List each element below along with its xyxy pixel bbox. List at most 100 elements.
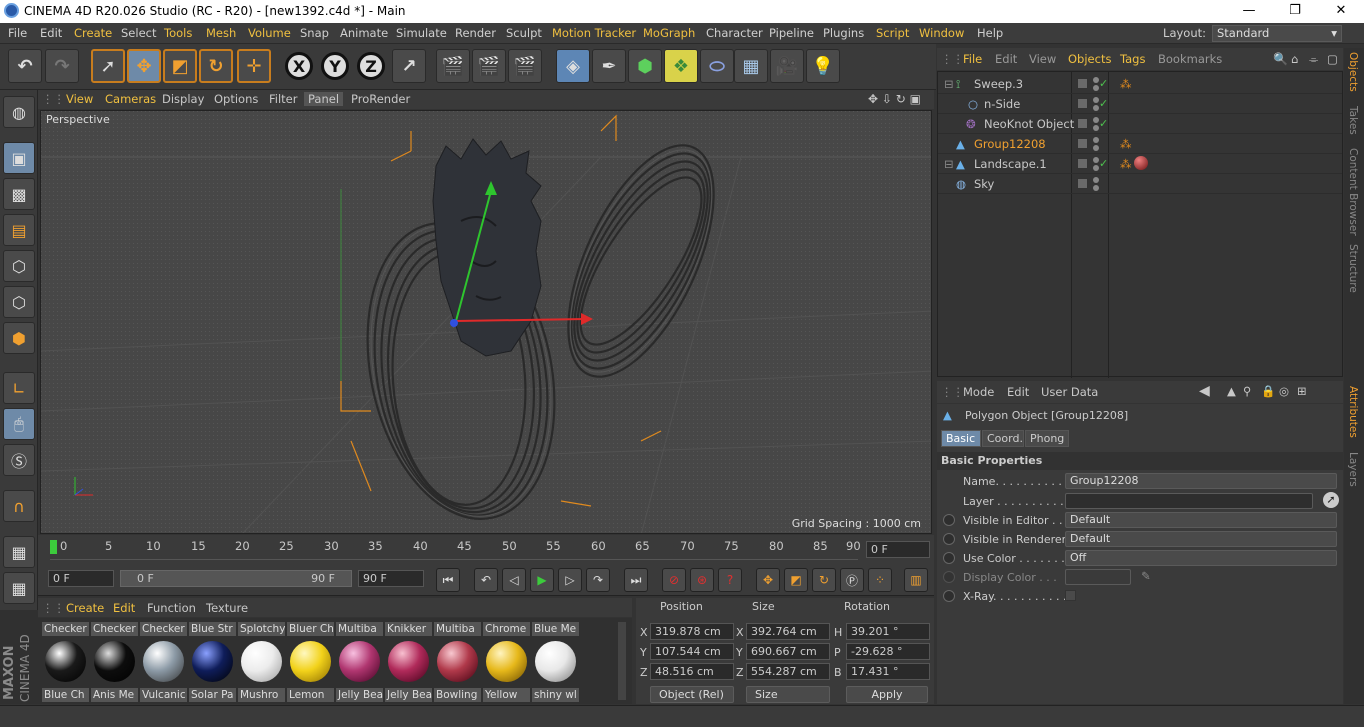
workplane-lock-button[interactable]: ▦ — [3, 536, 35, 568]
floor-button[interactable]: ▦ — [734, 49, 768, 83]
tab-phong[interactable]: Phong — [1025, 430, 1069, 447]
menu-mograph[interactable]: MoGraph — [643, 26, 695, 40]
render-view-button[interactable]: 🎬 — [436, 49, 470, 83]
menu-render[interactable]: Render — [455, 26, 496, 40]
menu-plugins[interactable]: Plugins — [823, 26, 864, 40]
render-dot[interactable] — [1093, 145, 1099, 151]
workplane-mode-button[interactable]: ▤ — [3, 214, 35, 246]
key-parameter-button[interactable]: Ⓟ — [840, 568, 864, 592]
menu-script[interactable]: Script — [876, 26, 909, 40]
material-menu-edit[interactable]: Edit — [113, 601, 135, 615]
editor-dot[interactable] — [1093, 177, 1099, 183]
camera-button[interactable]: 🎥 — [770, 49, 804, 83]
model-mode-button[interactable]: ▣ — [3, 142, 35, 174]
visibility-toggle[interactable] — [1077, 158, 1088, 169]
polygons-mode-button[interactable]: ⬢ — [3, 322, 35, 354]
editor-dot[interactable] — [1093, 137, 1099, 143]
axis-mode-button[interactable]: ∟ — [3, 372, 35, 404]
coordinate-mode-select[interactable]: Object (Rel) — [650, 686, 734, 703]
cloner-button[interactable]: ❖ — [664, 49, 698, 83]
attr-menu-edit[interactable]: Edit — [1007, 385, 1029, 399]
tag-icon[interactable]: ⁂ — [1120, 137, 1132, 151]
render-settings-button[interactable]: 🎬 — [508, 49, 542, 83]
material-menu-create[interactable]: Create — [66, 601, 104, 615]
enabled-check-icon[interactable]: ✓ — [1099, 97, 1108, 110]
visibility-toggle[interactable] — [1077, 178, 1088, 189]
render-dot[interactable] — [1093, 185, 1099, 191]
workplane-grid-button[interactable]: ▦ — [3, 572, 35, 604]
material-tile[interactable]: Blue Str Solar Pa — [189, 620, 236, 704]
frame-range-slider[interactable]: 0 F 90 F — [120, 570, 352, 587]
object-row[interactable]: ◍ Sky — [938, 174, 1342, 194]
menu-pipeline[interactable]: Pipeline — [769, 26, 814, 40]
material-tile[interactable]: Checker Vulcanic — [140, 620, 187, 704]
edges-mode-button[interactable]: ⬡ — [3, 286, 35, 318]
tweak-mode-button[interactable]: 🖱 — [3, 408, 35, 440]
record-keys-button[interactable]: ⊘ — [662, 568, 686, 592]
animate-radio[interactable] — [943, 590, 955, 602]
goto-end-button[interactable]: ⏭ — [624, 568, 648, 592]
visibility-toggle[interactable] — [1077, 118, 1088, 129]
size-x-field[interactable]: 392.764 cm — [746, 623, 830, 640]
menu-character[interactable]: Character — [706, 26, 763, 40]
enabled-check-icon[interactable]: ✓ — [1099, 77, 1108, 90]
timeline-ruler[interactable]: 0 5 10 15 20 25 30 35 40 45 50 55 60 65 … — [38, 535, 934, 563]
object-menu-view[interactable]: View — [1029, 52, 1056, 66]
viewport-menu-display[interactable]: Display — [162, 92, 204, 106]
side-tab-structure[interactable]: Structure — [1347, 244, 1359, 293]
points-mode-button[interactable]: ⬡ — [3, 250, 35, 282]
menu-simulate[interactable]: Simulate — [396, 26, 447, 40]
lock-icon[interactable]: 🔒 — [1261, 384, 1275, 398]
search-icon[interactable]: 🔍 — [1273, 52, 1288, 66]
menu-motion-tracker[interactable]: Motion Tracker — [552, 26, 636, 40]
viewport-menu-panel[interactable]: Panel — [304, 92, 344, 106]
attr-menu-mode[interactable]: Mode — [963, 385, 994, 399]
menu-window[interactable]: Window — [919, 26, 964, 40]
key-position-button[interactable]: ✥ — [756, 568, 780, 592]
viewport-menu-view[interactable]: View — [66, 92, 93, 106]
position-z-field[interactable]: 48.516 cm — [650, 663, 734, 680]
maximize-button[interactable]: ❐ — [1272, 0, 1318, 23]
object-menu-edit[interactable]: Edit — [995, 52, 1017, 66]
play-button[interactable]: ▶ — [530, 568, 554, 592]
layout-select[interactable]: Standard ▾ — [1212, 25, 1342, 42]
rotation-h-field[interactable]: 39.201 ° — [846, 623, 930, 640]
new-panel-icon[interactable]: ▢ — [1327, 52, 1338, 66]
hierarchy-icon[interactable]: ⌯ — [1309, 52, 1318, 67]
redo-button[interactable]: ↷ — [45, 49, 79, 83]
minimize-button[interactable]: — — [1226, 0, 1272, 23]
scale-tool-button[interactable]: ◩ — [163, 49, 197, 83]
back-arrow-icon[interactable]: ◀ — [1199, 383, 1210, 399]
viewport-menu-prorender[interactable]: ProRender — [351, 92, 410, 106]
side-tab-content-browser[interactable]: Content Browser — [1347, 148, 1359, 236]
viewport-menu-filter[interactable]: Filter — [269, 92, 297, 106]
object-row[interactable]: ○ n-Side ✓ — [938, 94, 1342, 114]
texture-mode-button[interactable]: ▩ — [3, 178, 35, 210]
visibility-toggle[interactable] — [1077, 138, 1088, 149]
apply-button[interactable]: Apply — [846, 686, 928, 703]
cube-button[interactable]: ◈ — [556, 49, 590, 83]
material-tile[interactable]: Multiba Bowling — [434, 620, 481, 704]
prev-key-button[interactable]: ↶ — [474, 568, 498, 592]
start-frame-field[interactable]: 0 F — [48, 570, 114, 587]
object-menu-objects[interactable]: Objects — [1068, 52, 1111, 66]
timeline-playhead[interactable] — [50, 540, 57, 554]
timeline-track[interactable]: 0 5 10 15 20 25 30 35 40 45 50 55 60 65 … — [50, 538, 861, 560]
xray-checkbox[interactable] — [1065, 590, 1076, 601]
menu-animate[interactable]: Animate — [340, 26, 388, 40]
material-tile[interactable]: Multiba Jelly Bea — [336, 620, 383, 704]
side-tab-objects[interactable]: Objects — [1347, 52, 1359, 92]
visible-editor-select[interactable]: Default — [1065, 512, 1337, 528]
close-button[interactable]: ✕ — [1318, 0, 1364, 23]
deformer-button[interactable]: ⬭ — [700, 49, 734, 83]
search-icon[interactable]: ⚲ — [1243, 384, 1251, 398]
material-tile[interactable]: Knikker Jelly Bea — [385, 620, 432, 704]
target-icon[interactable]: ◎ — [1279, 384, 1289, 398]
size-z-field[interactable]: 554.287 cm — [746, 663, 830, 680]
timeline-window-button[interactable]: ▥ — [904, 568, 928, 592]
menu-sculpt[interactable]: Sculpt — [506, 26, 542, 40]
viewport-perspective[interactable]: Perspective Grid Spacing : 1000 cm — [40, 110, 932, 534]
visibility-toggle[interactable] — [1077, 98, 1088, 109]
pick-cursor-icon[interactable]: ➚ — [1323, 492, 1339, 508]
use-color-select[interactable]: Off — [1065, 550, 1337, 566]
